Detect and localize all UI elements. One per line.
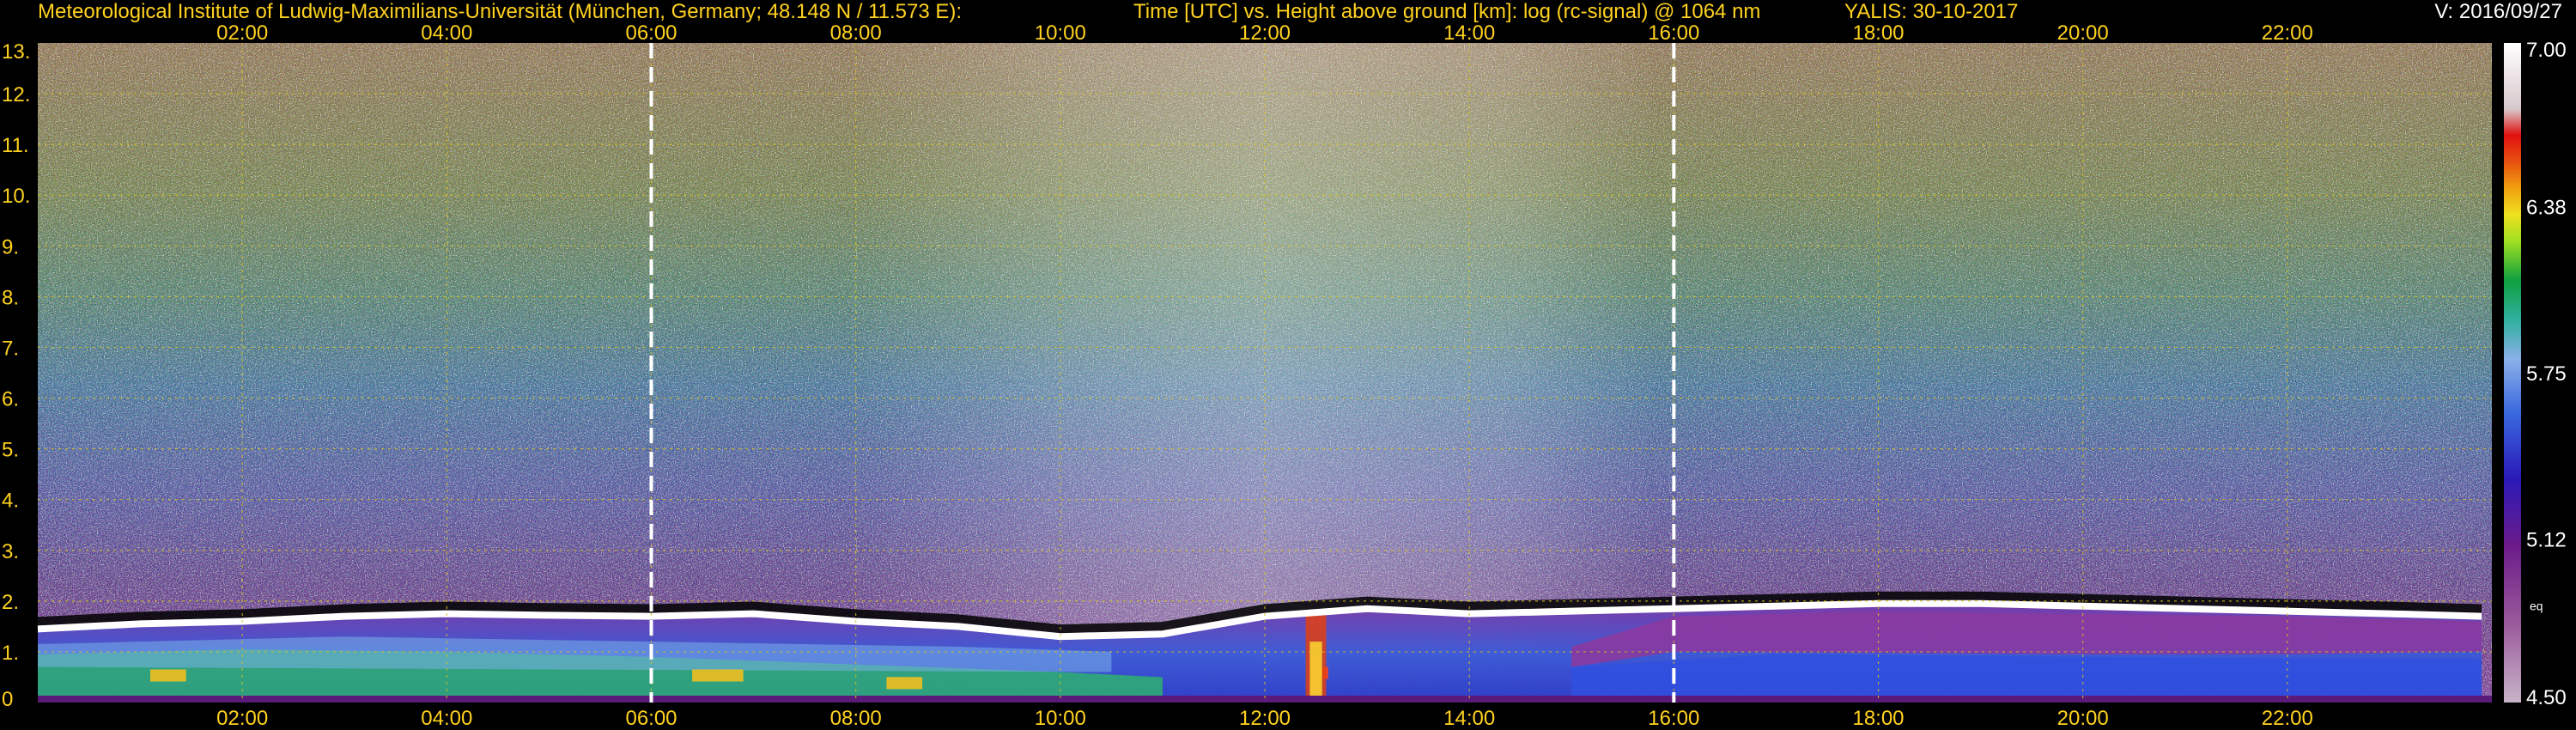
axis-description: Time [UTC] vs. Height above ground [km]:… <box>1133 0 1761 23</box>
y-tick-label: 12. <box>2 83 30 106</box>
x-tick-label-top: 04:00 <box>421 21 472 45</box>
y-ticks: 0 1. 2. 3. 4. 5. 6. 7. 8. 9. 10. 11. 12. 13. <box>2 40 30 711</box>
afternoon-mixed-layer <box>1571 654 2482 701</box>
ground-hotspot <box>149 669 186 682</box>
x-tick-label-top: 06:00 <box>625 21 677 45</box>
x-tick-label-bottom: 08:00 <box>830 707 882 730</box>
colorbar-tick-label: 7.00 <box>2526 39 2567 62</box>
x-tick-label-bottom: 12:00 <box>1239 707 1291 730</box>
y-tick-label: 7. <box>2 337 19 360</box>
y-tick-label: 2. <box>2 591 19 614</box>
version-label: V: 2016/09/27 <box>2434 0 2562 23</box>
x-tick-label-bottom: 16:00 <box>1648 707 1699 730</box>
x-tick-label-bottom: 22:00 <box>2262 707 2313 730</box>
x-tick-label-bottom: 14:00 <box>1443 707 1495 730</box>
y-tick-label: 6. <box>2 388 19 411</box>
x-tick-label-top: 16:00 <box>1648 21 1699 45</box>
x-tick-label-bottom: 04:00 <box>421 707 472 730</box>
y-tick-label: 9. <box>2 235 19 259</box>
colorbar-tick-label: 4.50 <box>2526 686 2567 709</box>
station-date: YALIS: 30-10-2017 <box>1844 0 2019 23</box>
x-tick-label-top: 14:00 <box>1443 21 1495 45</box>
y-tick-label: 10. <box>2 185 30 208</box>
colorbar-gradient <box>2504 43 2521 703</box>
y-tick-label: 13. <box>2 40 30 64</box>
institute-label: Meteorological Institute of Ludwig-Maxim… <box>38 0 963 23</box>
ground-hotspot <box>692 669 744 682</box>
y-tick-label: 1. <box>2 642 19 665</box>
colorbar-tick-label: 5.12 <box>2526 529 2567 552</box>
y-tick-label: 3. <box>2 540 19 563</box>
colorbar-tick-label: 5.75 <box>2526 362 2567 386</box>
x-tick-label-top: 18:00 <box>1852 21 1904 45</box>
colorbar-tick-label: 6.38 <box>2526 196 2567 219</box>
x-tick-label-top: 10:00 <box>1035 21 1086 45</box>
x-tick-label-top: 02:00 <box>216 21 268 45</box>
y-tick-label: 11. <box>2 134 29 157</box>
x-tick-label-bottom: 10:00 <box>1035 707 1086 730</box>
x-tick-label-bottom: 20:00 <box>2057 707 2109 730</box>
y-tick-label: 0 <box>2 688 13 711</box>
lidar-plot-page: 02:00 04:00 06:00 08:00 10:00 12:00 14:00 16:00… <box>0 0 2576 730</box>
y-tick-label: 8. <box>2 286 19 309</box>
x-tick-label-bottom: 18:00 <box>1852 707 1904 730</box>
x-tick-label-top: 08:00 <box>830 21 882 45</box>
plume-core <box>1309 642 1322 698</box>
x-ticks-bottom: 02:00 04:00 06:00 08:00 10:00 12:00 14:00 16:00… <box>216 707 2313 730</box>
y-tick-label: 5. <box>2 439 19 462</box>
colorbar: 7.00 6.38 5.75 5.12 4.50 eq <box>2504 39 2567 709</box>
ground-hotspot <box>886 677 923 690</box>
x-tick-label-top: 22:00 <box>2262 21 2313 45</box>
x-tick-label-bottom: 06:00 <box>625 707 677 730</box>
x-tick-label-top: 20:00 <box>2057 21 2109 45</box>
colorbar-eq-label: eq <box>2530 599 2543 612</box>
lidar-time-height-chart: 02:00 04:00 06:00 08:00 10:00 12:00 14:00 16:00… <box>2 21 2567 730</box>
y-tick-label: 4. <box>2 490 19 513</box>
x-ticks-top: 02:00 04:00 06:00 08:00 10:00 12:00 14:00 16:00… <box>216 21 2313 45</box>
x-tick-label-top: 12:00 <box>1239 21 1291 45</box>
x-tick-label-bottom: 02:00 <box>216 707 268 730</box>
